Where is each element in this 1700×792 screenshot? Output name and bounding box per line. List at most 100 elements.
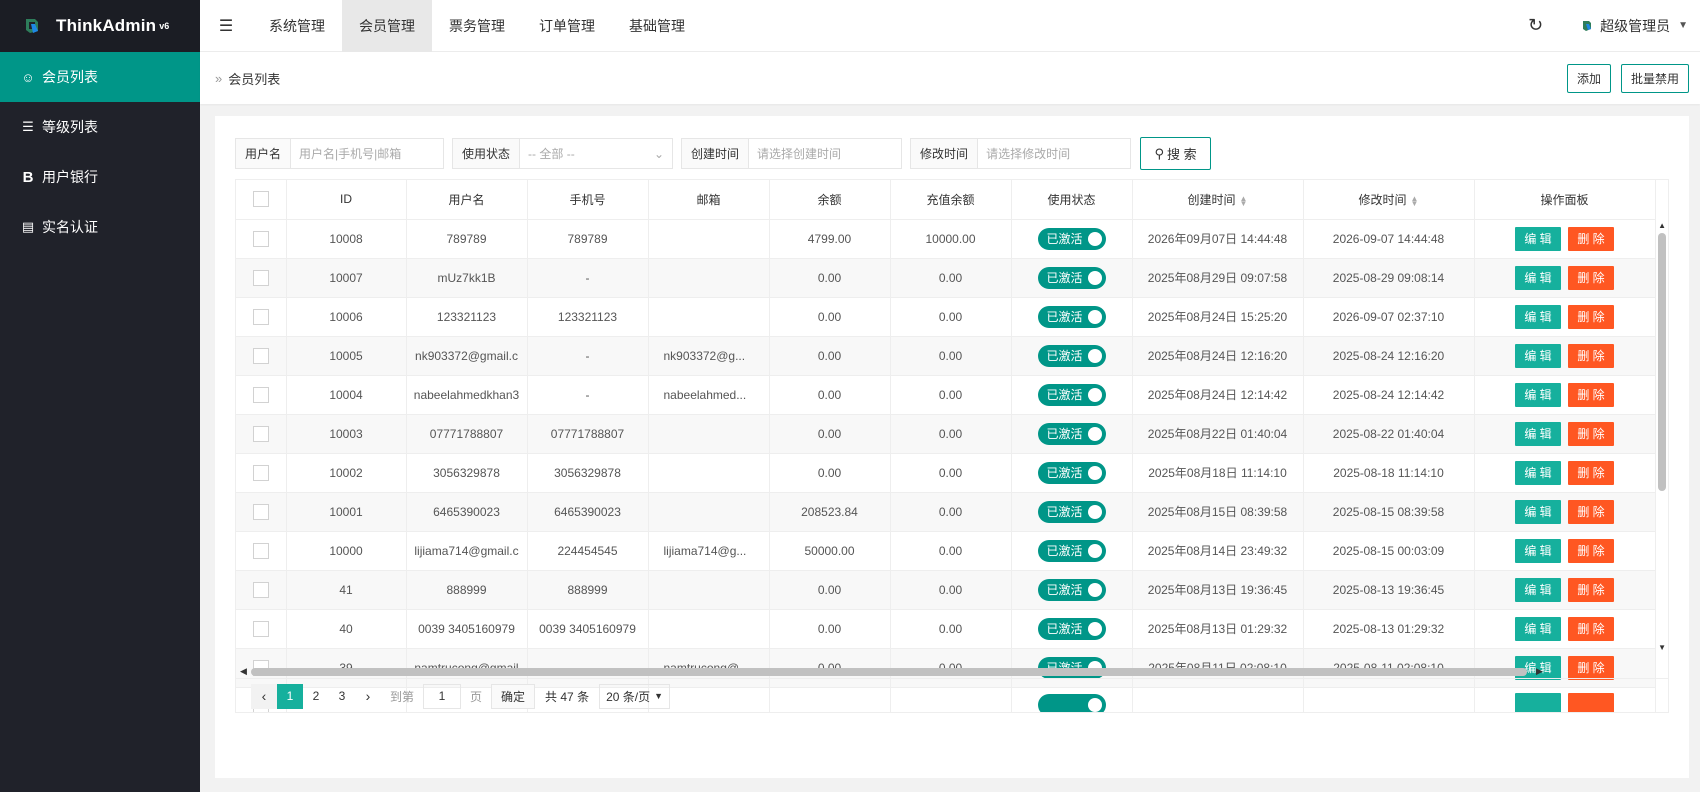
email-cell (648, 258, 770, 298)
scrollbar-thumb[interactable] (1658, 233, 1666, 491)
column-header-label: 修改时间 (1358, 192, 1407, 207)
sort-icon[interactable]: ▲ ▼ (1240, 194, 1248, 207)
vertical-scrollbar[interactable]: ▲ ▼ (1656, 219, 1668, 653)
row-checkbox[interactable] (252, 347, 269, 364)
delete-button[interactable]: 删 除 (1568, 460, 1614, 485)
delete-button[interactable]: 删 除 (1568, 343, 1614, 368)
breadcrumb: » 会员列表 添加 批量禁用 (200, 52, 1700, 104)
add-button[interactable]: 添加 (1566, 63, 1611, 93)
tab-order[interactable]: 订单管理 (522, 0, 612, 52)
status-toggle[interactable]: 已激活 (1037, 461, 1106, 484)
sort-icon[interactable]: ▲ ▼ (1411, 194, 1419, 207)
scroll-right-icon[interactable]: ▶ (1536, 666, 1543, 677)
batch-disable-button[interactable]: 批量禁用 (1620, 63, 1689, 93)
status-toggle[interactable]: 已激活 (1037, 305, 1106, 328)
row-checkbox[interactable] (252, 230, 269, 247)
per-page-select[interactable]: 20 条/页 ▼ (599, 683, 671, 709)
row-checkbox[interactable] (252, 620, 269, 637)
delete-button[interactable]: 删 除 (1568, 226, 1614, 251)
column-header-sortable[interactable]: 修改时间 ▲ ▼ (1303, 180, 1475, 220)
sidebar-item-member-list[interactable]: ☺ 会员列表 (0, 52, 200, 102)
scrollbar-thumb[interactable] (251, 668, 1527, 676)
status-select[interactable]: -- 全部 -- ⌄ (520, 139, 673, 168)
pagination: ‹ 1 2 3 › 到第 1 页 确定 共 47 条 20 条/页 ▼ (236, 678, 1668, 712)
row-checkbox[interactable] (252, 425, 269, 442)
edit-button[interactable]: 编 辑 (1515, 226, 1561, 251)
status-toggle[interactable]: 已激活 (1037, 617, 1106, 640)
sidebar-item-level-list[interactable]: ☰ 等级列表 (0, 102, 200, 152)
scroll-left-icon[interactable]: ◀ (240, 666, 247, 677)
row-checkbox[interactable] (252, 308, 269, 325)
next-page-icon[interactable]: › (355, 684, 381, 709)
menu-toggle-icon[interactable]: ☰ (200, 0, 252, 52)
created-input[interactable]: 请选择创建时间 (749, 139, 902, 168)
app-logo[interactable]: ThinkAdmin v6 (0, 0, 200, 52)
row-checkbox[interactable] (252, 464, 269, 481)
row-checkbox[interactable] (252, 269, 269, 286)
status-toggle[interactable]: 已激活 (1037, 500, 1106, 523)
status-toggle[interactable]: 已激活 (1037, 422, 1106, 445)
row-checkbox[interactable] (252, 503, 269, 520)
page-3-button[interactable]: 3 (329, 684, 355, 709)
delete-button[interactable]: 删 除 (1568, 577, 1614, 602)
tab-system[interactable]: 系统管理 (252, 0, 342, 52)
row-checkbox[interactable] (252, 581, 269, 598)
horizontal-scrollbar[interactable]: ◀ ▶ (236, 666, 1656, 678)
sidebar-item-real-name[interactable]: ▤ 实名认证 (0, 202, 200, 252)
status-toggle[interactable]: 已激活 (1037, 344, 1106, 367)
sidebar-item-user-bank[interactable]: B 用户银行 (0, 152, 200, 202)
prev-page-icon[interactable]: ‹ (251, 683, 277, 709)
page-1-button[interactable]: 1 (277, 683, 303, 709)
toggle-knob (1087, 543, 1102, 558)
refresh-icon[interactable]: ↻ (1528, 15, 1543, 36)
column-header: 使用状态 (1011, 180, 1133, 220)
column-header-sortable[interactable]: 创建时间 ▲ ▼ (1132, 180, 1304, 220)
modified-input[interactable]: 请选择修改时间 (978, 139, 1131, 168)
username-cell: 07771788807 (406, 414, 528, 454)
checkbox-cell (236, 414, 287, 454)
created-cell: 2025年08月15日 08:39:58 (1132, 492, 1304, 532)
delete-button[interactable]: 删 除 (1568, 538, 1614, 563)
edit-button[interactable]: 编 辑 (1515, 460, 1561, 485)
goto-page-input[interactable]: 1 (423, 683, 462, 709)
goto-confirm-button[interactable]: 确定 (491, 683, 536, 709)
search-button[interactable]: ⚲ 搜 索 (1140, 137, 1212, 170)
delete-button[interactable]: 删 除 (1568, 304, 1614, 329)
edit-button[interactable]: 编 辑 (1515, 616, 1561, 641)
delete-button[interactable]: 删 除 (1568, 382, 1614, 407)
row-checkbox[interactable] (252, 386, 269, 403)
edit-button[interactable]: 编 辑 (1515, 538, 1561, 563)
edit-button[interactable]: 编 辑 (1515, 421, 1561, 446)
tab-ticket[interactable]: 票务管理 (432, 0, 522, 52)
tab-member[interactable]: 会员管理 (342, 0, 432, 52)
id-cell: 10001 (286, 492, 407, 532)
delete-button[interactable]: 删 除 (1568, 499, 1614, 524)
status-toggle[interactable]: 已激活 (1037, 383, 1106, 406)
delete-button[interactable]: 删 除 (1568, 616, 1614, 641)
row-checkbox[interactable] (252, 542, 269, 559)
status-cell: 已激活 (1011, 492, 1133, 532)
user-menu[interactable]: 超级管理员 ▼ (1581, 16, 1688, 36)
page-2-button[interactable]: 2 (303, 684, 329, 709)
delete-button[interactable]: 删 除 (1568, 265, 1614, 290)
edit-button[interactable]: 编 辑 (1515, 577, 1561, 602)
modified-cell: 2025-08-22 01:40:04 (1303, 414, 1475, 454)
status-toggle[interactable]: 已激活 (1037, 266, 1106, 289)
edit-button[interactable]: 编 辑 (1515, 304, 1561, 329)
edit-button[interactable]: 编 辑 (1515, 265, 1561, 290)
tab-basic[interactable]: 基础管理 (612, 0, 702, 52)
status-toggle[interactable]: 已激活 (1037, 578, 1106, 601)
phone-cell: 224454545 (527, 531, 649, 571)
status-toggle[interactable]: 已激活 (1037, 227, 1106, 250)
delete-button[interactable]: 删 除 (1568, 421, 1614, 446)
username-cell: mUz7kk1B (406, 258, 528, 298)
username-input[interactable]: 用户名|手机号|邮箱 (291, 139, 444, 168)
edit-button[interactable]: 编 辑 (1515, 382, 1561, 407)
edit-button[interactable]: 编 辑 (1515, 343, 1561, 368)
edit-button[interactable]: 编 辑 (1515, 499, 1561, 524)
status-toggle-label: 已激活 (1046, 427, 1083, 441)
scroll-down-icon[interactable]: ▼ (1658, 643, 1666, 652)
select-all-checkbox[interactable] (252, 191, 269, 208)
scroll-up-icon[interactable]: ▲ (1658, 221, 1666, 230)
status-toggle[interactable]: 已激活 (1037, 539, 1106, 562)
